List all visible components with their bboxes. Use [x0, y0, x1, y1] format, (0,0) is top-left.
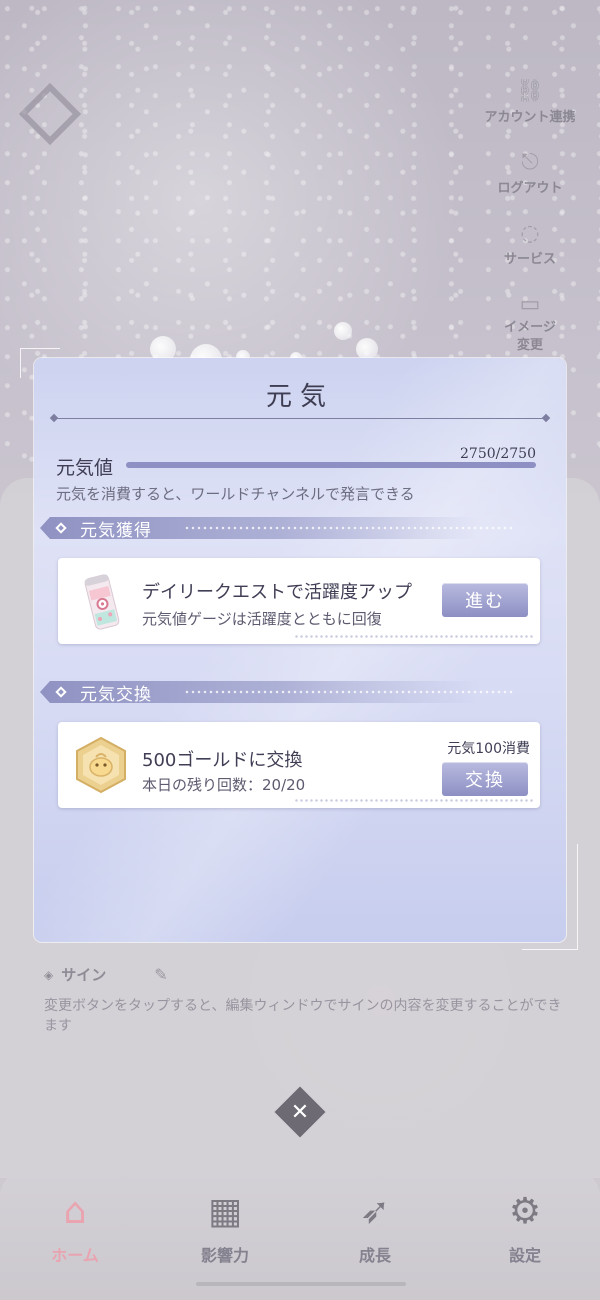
nav-item-label: 成長: [358, 1246, 391, 1265]
side-item-service[interactable]: ◌ サービス: [503, 221, 556, 268]
card-dots-decoration: [294, 798, 534, 804]
bubble-decoration: [334, 322, 352, 340]
image-icon: ▭: [519, 292, 541, 317]
edit-icon[interactable]: ✎: [154, 965, 167, 984]
section-dots: [184, 525, 514, 531]
bullet-diamond-icon: ◈: [44, 967, 54, 982]
section-header-acquire: 元気獲得: [34, 517, 566, 541]
gold-exchange-card: 500ゴールドに交換 本日の残り回数：20/20 元気100消費 交換: [58, 722, 540, 808]
side-item-label: ログアウト: [497, 181, 563, 196]
card-subtitle: 元気値ゲージは活躍度とともに回復: [142, 610, 382, 628]
side-item-image-change[interactable]: ▭ イメージ 変更: [504, 293, 556, 355]
nav-item-home[interactable]: ⌂ ホーム: [20, 1190, 130, 1266]
sign-description: 変更ボタンをタップすると、編集ウィンドウでサインの内容を変更することができます: [44, 998, 562, 1034]
nav-item-settings[interactable]: ⚙ 設定: [470, 1190, 580, 1266]
go-button[interactable]: 進む: [442, 583, 528, 617]
section-title: 元気交換: [80, 685, 152, 705]
nav-item-growth[interactable]: ➶ 成長: [320, 1190, 430, 1266]
side-item-account-link[interactable]: ⛓ アカウント連携: [484, 79, 576, 126]
title-divider: [54, 418, 546, 419]
close-icon: ✕: [290, 1099, 310, 1125]
bottom-navigation: ⌂ ホーム ▦ 影響力 ➶ 成長 ⚙ 設定: [0, 1172, 600, 1300]
card-title: デイリークエストで活躍度アップ: [142, 582, 412, 603]
service-icon: ◌: [520, 221, 540, 246]
card-title: 500ゴールドに交換: [142, 750, 303, 771]
home-indicator: [196, 1282, 406, 1286]
side-item-label: アカウント連携: [484, 110, 576, 125]
daily-quest-card: デイリークエストで活躍度アップ 元気値ゲージは活躍度とともに回復 進む: [58, 558, 540, 644]
side-item-label: イメージ 変更: [504, 320, 556, 353]
genki-progress-bar: [126, 462, 536, 468]
logout-icon: ⎋: [521, 150, 539, 175]
bubble-decoration: [356, 338, 378, 360]
gear-icon: ⚙: [508, 1191, 542, 1232]
genki-description: 元気を消費すると、ワールドチャンネルで発言できる: [56, 485, 415, 503]
link-icon: ⛓: [516, 79, 544, 104]
genki-progress-fill: [126, 462, 536, 468]
side-item-logout[interactable]: ⎋ ログアウト: [497, 150, 563, 197]
gold-coin-icon: [76, 736, 126, 794]
home-icon: ⌂: [63, 1191, 87, 1232]
genki-label: 元気値: [56, 457, 114, 479]
section-title: 元気獲得: [80, 521, 152, 541]
section-dots: [184, 689, 514, 695]
rocket-icon: ➶: [359, 1191, 391, 1232]
side-item-label: サービス: [503, 252, 556, 267]
nav-item-label: 影響力: [200, 1246, 249, 1265]
card-dots-decoration: [294, 634, 534, 640]
nav-item-label: ホーム: [51, 1246, 99, 1265]
modal-title: 元気: [265, 382, 334, 412]
nav-item-label: 設定: [508, 1246, 541, 1265]
sign-title: サイン: [61, 966, 107, 984]
grid-icon: ▦: [207, 1191, 242, 1232]
genki-value: 2750/2750: [460, 446, 536, 462]
side-menu: ⛓ アカウント連携 ⎋ ログアウト ◌ サービス ▭ イメージ 変更: [470, 80, 590, 381]
genki-modal: 元気 元気値 2750/2750 元気を消費すると、ワールドチャンネルで発言でき…: [34, 358, 566, 942]
nav-item-influence[interactable]: ▦ 影響力: [170, 1190, 280, 1266]
sign-row: ◈ サイン ✎: [44, 964, 168, 985]
exchange-button[interactable]: 交換: [442, 762, 528, 796]
energy-drink-can-icon: [84, 574, 120, 630]
close-button[interactable]: ✕: [274, 1086, 326, 1138]
card-subtitle: 本日の残り回数：20/20: [142, 776, 306, 794]
section-header-exchange: 元気交換: [34, 681, 566, 705]
frame-corner-decoration: [522, 844, 578, 950]
cost-label: 元気100消費: [447, 741, 530, 757]
